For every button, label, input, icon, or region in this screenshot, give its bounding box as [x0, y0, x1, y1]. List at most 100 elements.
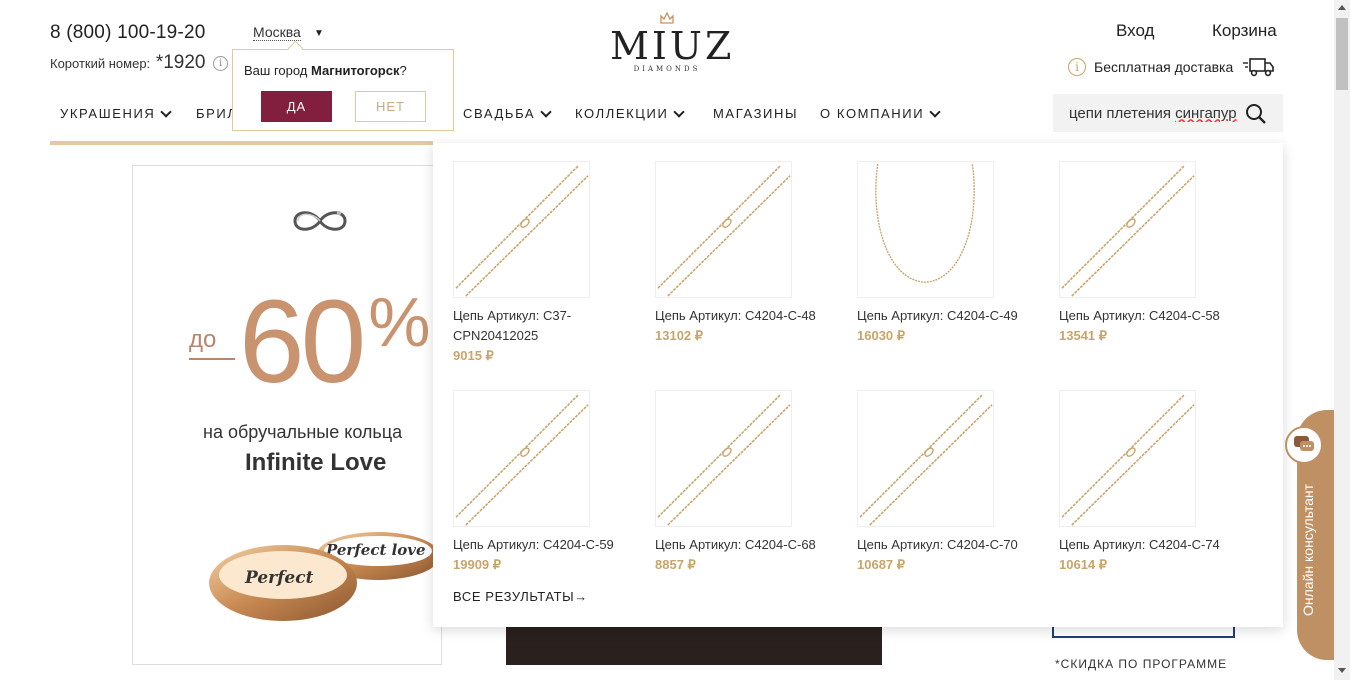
product-title[interactable]: Цепь Артикул: С37-CPN20412025 [453, 306, 655, 346]
product-price: 13541 ₽ [1059, 328, 1108, 343]
confirm-city-button[interactable]: ДА [261, 91, 332, 122]
search-icon[interactable] [1245, 103, 1267, 125]
product-title[interactable]: Цепь Артикул: С4204-С-59 [453, 535, 655, 555]
product-price: 10614 ₽ [1059, 557, 1108, 572]
promo-percent: % [368, 283, 430, 361]
logo-wordmark: MIUZ [610, 24, 735, 68]
product-title[interactable]: Цепь Артикул: С4204-С-74 [1059, 535, 1261, 555]
city-selector[interactable]: Москва [253, 24, 301, 41]
search-input[interactable]: цепи плетения сингапур [1069, 105, 1239, 122]
product-title[interactable]: Цепь Артикул: С4204-С-58 [1059, 306, 1261, 326]
product-image[interactable] [655, 161, 792, 298]
product-image[interactable] [857, 390, 994, 527]
site-logo[interactable]: MIUZ DIAMONDS [610, 11, 735, 73]
search-results-dropdown: Цепь Артикул: С37-CPN20412025 9015 ₽ Цеп… [433, 143, 1283, 627]
search-result-item[interactable]: Цепь Артикул: С4204-С-70 10687 ₽ [857, 390, 1059, 575]
product-title[interactable]: Цепь Артикул: С4204-С-48 [655, 306, 857, 326]
main-nav: УКРАШЕНИЯ БРИЛ СВАДЬБА КОЛЛЕКЦИИ МАГАЗИН… [60, 105, 941, 121]
delivery-label: Бесплатная доставка [1094, 59, 1234, 75]
nav-item-label: МАГАЗИНЫ [713, 106, 799, 121]
page-scrollbar[interactable] [1334, 0, 1350, 680]
nav-item-label: УКРАШЕНИЯ [60, 106, 156, 121]
info-icon[interactable]: i [1068, 58, 1086, 76]
chevron-down-icon [929, 105, 941, 118]
product-price: 16030 ₽ [857, 328, 906, 343]
nav-item-label: СВАДЬБА [463, 106, 536, 121]
ring-engraving: Perfect [244, 568, 314, 588]
short-number-label: Короткий номер: [50, 56, 151, 71]
search-result-item[interactable]: Цепь Артикул: С4204-С-48 13102 ₽ [655, 161, 857, 366]
phone-number[interactable]: 8 (800) 100-19-20 [50, 22, 206, 44]
search-input-misspelled: сингапур [1175, 104, 1237, 122]
city-question-suffix: ? [399, 63, 407, 78]
all-results-link[interactable]: ВСЕ РЕЗУЛЬТАТЫ→ [453, 589, 588, 604]
nav-item-collections[interactable]: КОЛЛЕКЦИИ [575, 105, 713, 121]
promo-divider [189, 358, 235, 360]
promo-discount: 60% [239, 274, 431, 410]
cart-link[interactable]: Корзина [1212, 21, 1277, 41]
reject-city-button[interactable]: НЕТ [355, 91, 426, 122]
product-image[interactable] [1059, 390, 1196, 527]
online-consultant-label: Онлайн консультант [1300, 483, 1316, 617]
nav-item-about[interactable]: О КОМПАНИИ [820, 105, 941, 121]
product-price: 8857 ₽ [655, 557, 696, 572]
chevron-down-icon [160, 105, 173, 118]
product-title[interactable]: Цепь Артикул: С4204-С-70 [857, 535, 1059, 555]
product-image[interactable] [1059, 161, 1196, 298]
nav-item-wedding[interactable]: СВАДЬБА [463, 105, 575, 121]
product-image[interactable] [453, 390, 590, 527]
chat-bubble-icon[interactable] [1285, 426, 1323, 464]
product-price: 9015 ₽ [453, 348, 494, 363]
search-input-text: цепи плетения [1069, 104, 1176, 122]
discount-note: *СКИДКА ПО ПРОГРАММЕ [1055, 657, 1228, 671]
product-price: 13102 ₽ [655, 328, 704, 343]
infinity-ring-icon [293, 210, 347, 231]
search-result-item[interactable]: Цепь Артикул: С4204-С-49 16030 ₽ [857, 161, 1059, 366]
nav-item-jewelry[interactable]: УКРАШЕНИЯ [60, 105, 196, 121]
search-box[interactable]: цепи плетения сингапур [1053, 94, 1283, 132]
scrollbar-thumb[interactable] [1336, 18, 1348, 90]
online-consultant-tab[interactable]: Онлайн консультант [1285, 410, 1334, 660]
product-image[interactable] [857, 161, 994, 298]
site-header: 8 (800) 100-19-20 Короткий номер: *1920 … [0, 0, 1334, 150]
banner-photo [506, 625, 882, 665]
wedding-rings-image: Perfect love Perfect [209, 532, 440, 621]
ring-engraving: Perfect love [325, 541, 426, 559]
product-title[interactable]: Цепь Артикул: С4204-С-68 [655, 535, 857, 555]
chevron-down-icon [673, 105, 686, 118]
city-confirm-popup: Ваш город Магнитогорск? ДА НЕТ [232, 49, 454, 131]
promo-discount-value: 60 [239, 276, 366, 408]
product-price: 10687 ₽ [857, 557, 906, 572]
search-result-item[interactable]: Цепь Артикул: С4204-С-74 10614 ₽ [1059, 390, 1261, 575]
delivery-truck-icon [1243, 58, 1275, 77]
info-icon[interactable]: i [213, 56, 229, 71]
scroll-up-arrow-icon[interactable] [1338, 5, 1346, 10]
detected-city: Магнитогорск [311, 63, 400, 78]
search-results-grid: Цепь Артикул: С37-CPN20412025 9015 ₽ Цеп… [453, 161, 1261, 575]
nav-item-stores[interactable]: МАГАЗИНЫ [713, 106, 820, 121]
product-image[interactable] [655, 390, 792, 527]
promo-text: на обручальные кольца [203, 422, 403, 442]
free-delivery[interactable]: i Бесплатная доставка [1068, 56, 1275, 78]
promo-banner[interactable]: до 60% на обручальные кольца Infinite Lo… [132, 165, 442, 665]
chevron-down-icon[interactable]: ▼ [314, 28, 324, 39]
promo-prefix: до [189, 326, 217, 353]
promo-collection-name: Infinite Love [245, 449, 387, 476]
search-result-item[interactable]: Цепь Артикул: С37-CPN20412025 9015 ₽ [453, 161, 655, 366]
search-result-item[interactable]: Цепь Артикул: С4204-С-68 8857 ₽ [655, 390, 857, 575]
nav-item-label: О КОМПАНИИ [820, 106, 925, 121]
chevron-down-icon [540, 105, 552, 118]
short-number: Короткий номер: *1920 i [50, 52, 229, 74]
product-title[interactable]: Цепь Артикул: С4204-С-49 [857, 306, 1059, 326]
search-result-item[interactable]: Цепь Артикул: С4204-С-58 13541 ₽ [1059, 161, 1261, 366]
city-question: Ваш город Магнитогорск? [244, 63, 407, 78]
login-link[interactable]: Вход [1116, 21, 1154, 41]
search-result-item[interactable]: Цепь Артикул: С4204-С-59 19909 ₽ [453, 390, 655, 575]
product-price: 19909 ₽ [453, 557, 502, 572]
nav-active-underline [50, 141, 433, 145]
city-question-prefix: Ваш город [244, 63, 308, 78]
scroll-down-arrow-icon[interactable] [1338, 668, 1346, 673]
product-image[interactable] [453, 161, 590, 298]
nav-item-label: КОЛЛЕКЦИИ [575, 106, 669, 121]
short-number-value[interactable]: *1920 [156, 52, 206, 73]
